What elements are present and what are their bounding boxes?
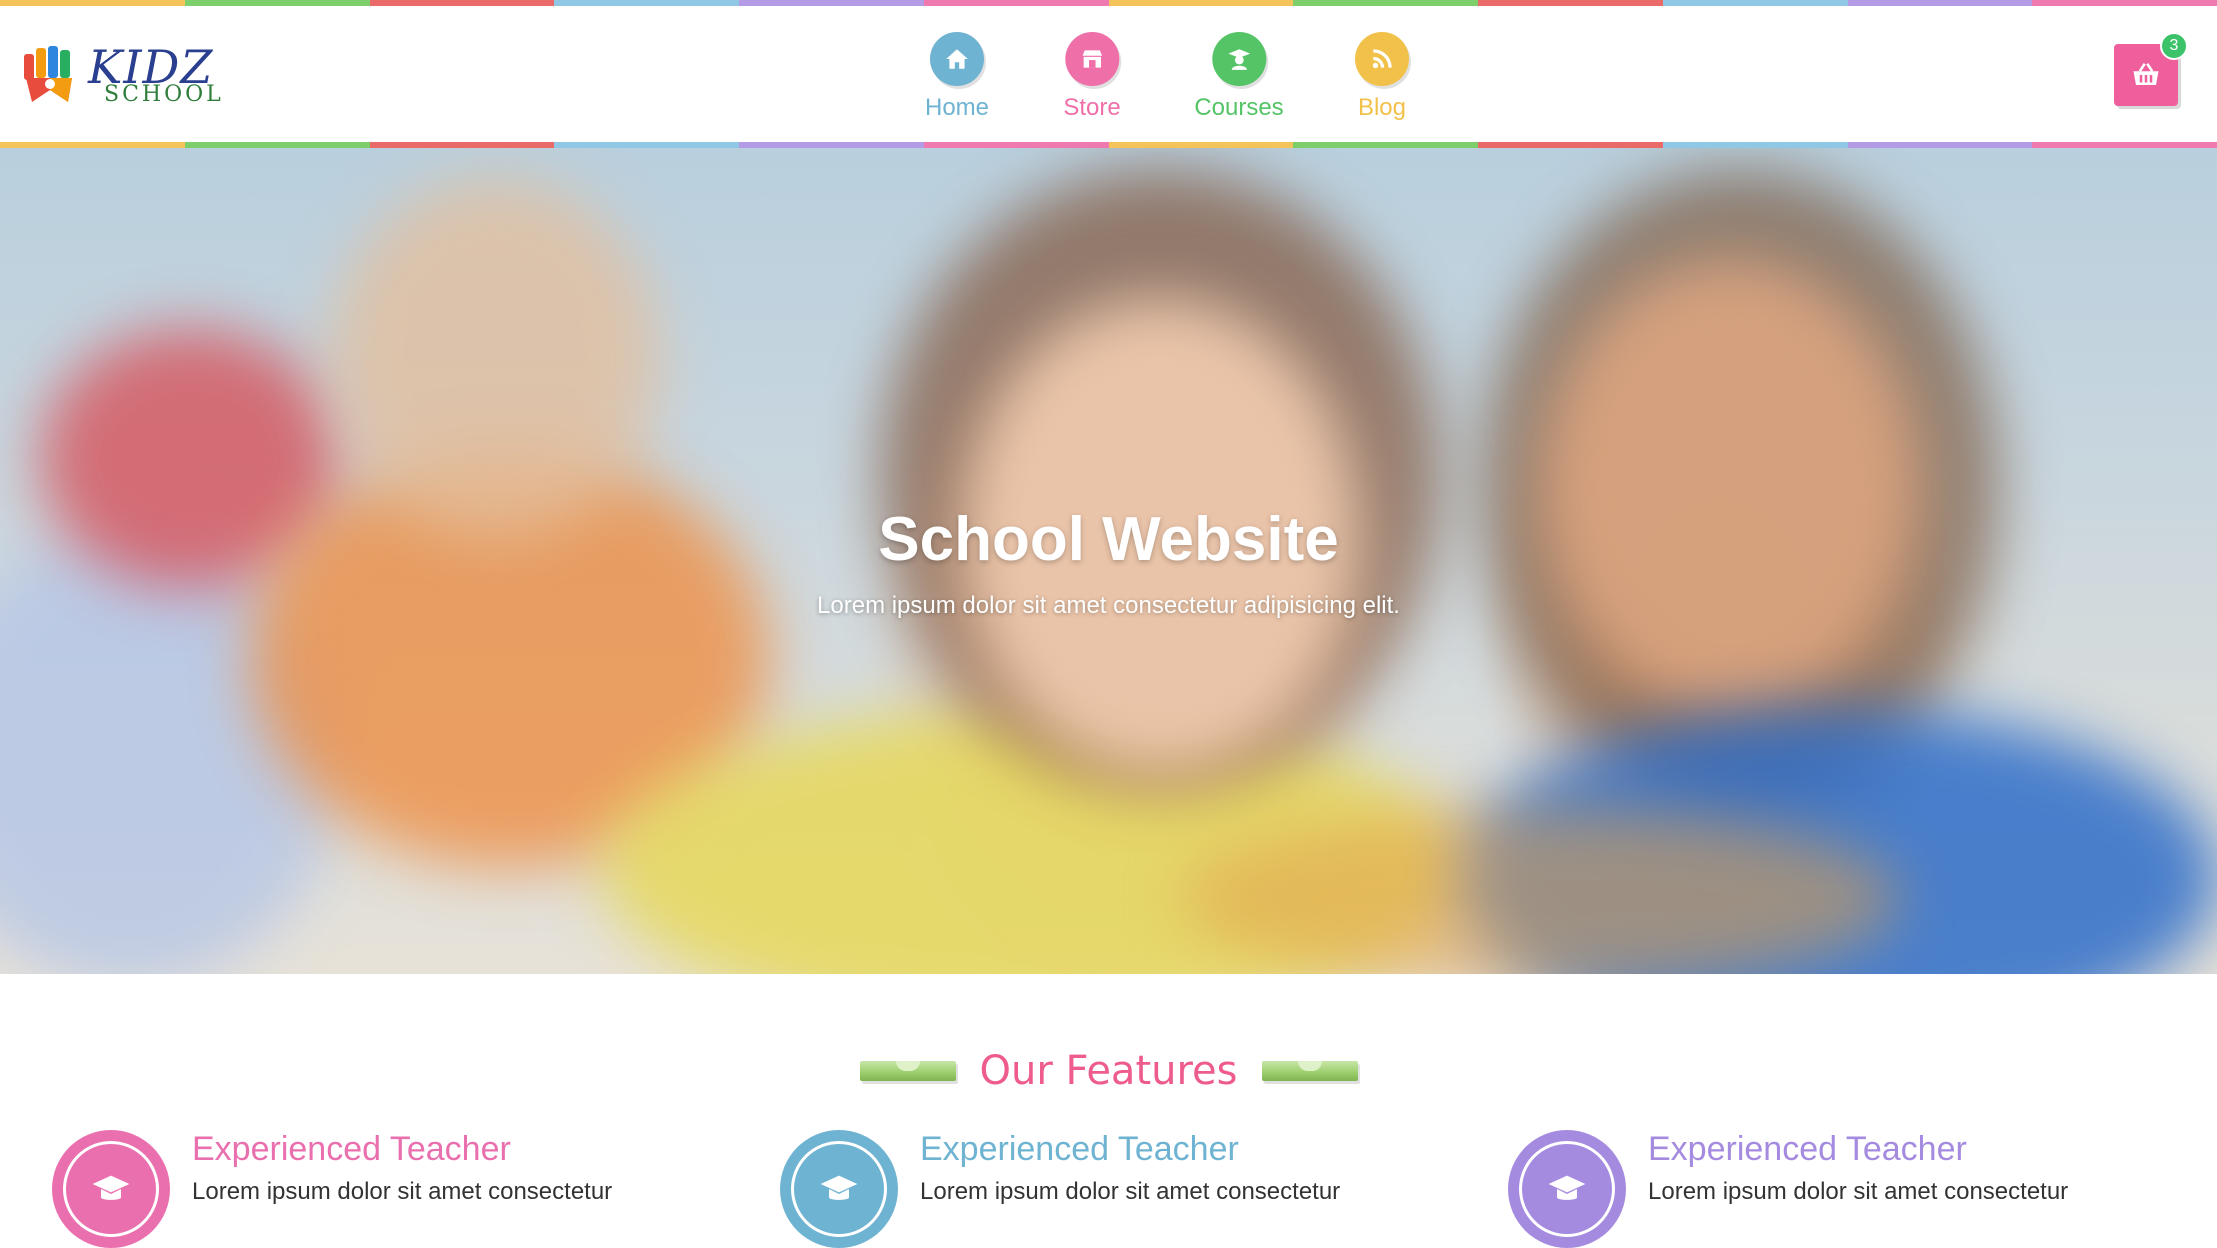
cart-button[interactable]: 3: [2114, 32, 2188, 106]
basket-icon: [2133, 63, 2159, 85]
nav-item-store[interactable]: Store: [1063, 32, 1121, 122]
feature-text: Lorem ipsum dolor sit amet consectetur: [920, 1178, 1341, 1205]
nav-label: Store: [1063, 94, 1121, 121]
rss-icon: [1355, 32, 1409, 86]
feature-card: Experienced Teacher Lorem ipsum dolor si…: [52, 1130, 692, 1248]
nav-item-home[interactable]: Home: [925, 32, 989, 122]
feature-text: Lorem ipsum dolor sit amet consectetur: [192, 1178, 613, 1205]
features-title: Our Features: [979, 1048, 1238, 1094]
hero-banner: School Website Lorem ipsum dolor sit ame…: [0, 148, 2217, 974]
nav-label: Blog: [1357, 94, 1407, 121]
feature-text: Lorem ipsum dolor sit amet consectetur: [1648, 1178, 2069, 1205]
cart-count-badge: 3: [2160, 32, 2188, 60]
features-heading: Our Features: [0, 1048, 2217, 1094]
hero-subtitle: Lorem ipsum dolor sit amet consectetur a…: [817, 592, 1400, 619]
main-navigation: Home Store Courses Blog: [0, 6, 2217, 142]
feature-title: Experienced Teacher: [192, 1130, 511, 1168]
hero-title: School Website: [878, 505, 1339, 574]
feature-card: Experienced Teacher Lorem ipsum dolor si…: [780, 1130, 1420, 1248]
feature-card: Experienced Teacher Lorem ipsum dolor si…: [1508, 1130, 2148, 1248]
graduation-cap-icon: [1519, 1141, 1615, 1237]
site-header: KIDZ SCHOOL Home Store Courses Blog 3: [0, 6, 2217, 142]
feature-icon-circle: [780, 1130, 898, 1248]
feature-title: Experienced Teacher: [920, 1130, 1239, 1168]
graduation-cap-icon: [63, 1141, 159, 1237]
nav-item-blog[interactable]: Blog: [1355, 32, 1409, 122]
feature-icon-circle: [52, 1130, 170, 1248]
feature-icon-circle: [1508, 1130, 1626, 1248]
feature-title: Experienced Teacher: [1648, 1130, 1967, 1168]
home-icon: [930, 32, 984, 86]
store-icon: [1065, 32, 1119, 86]
graduation-cap-icon: [791, 1141, 887, 1237]
nav-item-courses[interactable]: Courses: [1194, 32, 1284, 122]
graduate-icon: [1212, 32, 1266, 86]
pencil-decoration-icon: [859, 1061, 956, 1081]
nav-label: Home: [924, 94, 990, 121]
pencil-decoration-icon: [1261, 1061, 1358, 1081]
nav-label: Courses: [1194, 94, 1284, 121]
